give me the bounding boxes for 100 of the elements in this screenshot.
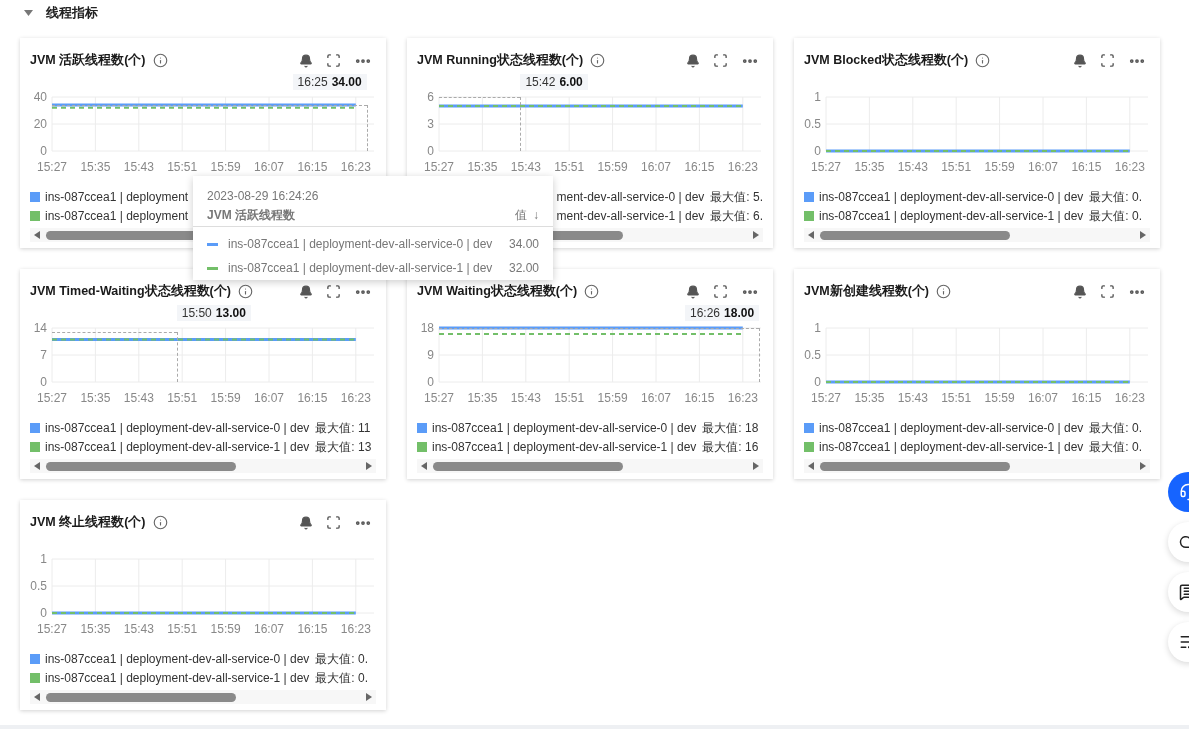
x-tick-label: 15:27 [424,160,454,174]
x-tick-label: 15:59 [597,391,628,405]
x-tick-label: 15:35 [80,160,111,174]
legend-max: 最大值: 0. [1089,188,1143,206]
x-tick-label: 16:15 [297,391,328,405]
x-tick-label: 16:23 [340,160,371,174]
y-tick-label: 18 [420,321,434,335]
legend-max: 最大值: 11 [315,419,371,437]
legend-max: 最大值: 6. [710,207,763,225]
x-tick-label: 15:43 [510,391,541,405]
x-tick-label: 15:59 [597,160,628,174]
x-tick-label: 16:07 [254,160,284,174]
y-tick-label: 0 [40,144,47,158]
hover-time: 16:25 [297,74,328,91]
x-tick-label: 16:15 [684,391,715,405]
section-title: 线程指标 [46,3,98,22]
hover-time: 15:50 [181,305,212,322]
x-tick-label: 15:43 [123,391,154,405]
y-tick-label: 7 [40,348,47,362]
legend-max: 最大值: 5. [710,188,763,206]
tooltip-value: 34.00 [508,236,539,253]
x-tick-label: 15:43 [123,160,154,174]
card-title: JVM Blocked状态线程数(个) [804,52,969,70]
y-tick-label: 1 [40,552,47,566]
hover-time: 16:26 [690,305,721,322]
x-tick-label: 15:59 [984,391,1015,405]
card-title: JVM Running状态线程数(个) [417,52,584,70]
y-tick-label: 20 [33,117,47,131]
hover-value: 13.00 [215,305,246,322]
legend-max: 最大值: 0. [315,650,369,668]
y-tick-label: 40 [33,90,47,104]
x-tick-label: 15:51 [167,160,198,174]
legend-max: 最大值: 0. [1089,419,1143,437]
x-tick-label: 15:27 [811,391,841,405]
x-tick-label: 15:27 [37,622,67,636]
card-title: JVM新创建线程数(个) [804,283,930,301]
x-tick-label: 16:15 [297,622,328,636]
hover-value: 34.00 [331,74,362,91]
x-tick-label: 15:51 [167,391,198,405]
x-tick-label: 16:15 [297,160,328,174]
x-tick-label: 15:43 [510,160,541,174]
x-tick-label: 16:23 [1114,391,1145,405]
x-tick-label: 15:43 [123,622,154,636]
x-tick-label: 16:07 [641,391,671,405]
legend-max: 最大值: 18 [702,419,759,437]
y-tick-label: 0 [427,375,434,389]
legend-max: 最大值: 0. [1089,438,1143,456]
y-tick-label: 14 [33,321,47,335]
card-title: JVM Timed-Waiting状态线程数(个) [30,283,231,301]
card-title: JVM 活跃线程数(个) [30,52,146,70]
legend-max: 最大值: 0. [1089,207,1143,225]
y-tick-label: 0.5 [30,579,47,593]
x-tick-label: 15:59 [210,391,241,405]
x-tick-label: 16:23 [340,391,371,405]
x-tick-label: 15:35 [854,391,885,405]
hover-value: 18.00 [724,305,755,322]
y-tick-label: 0 [40,375,47,389]
y-tick-label: 0 [427,144,434,158]
x-tick-label: 15:35 [80,622,111,636]
hover-time: 15:42 [525,74,556,91]
x-tick-label: 15:51 [941,391,972,405]
x-tick-label: 15:59 [210,622,241,636]
x-tick-label: 16:07 [641,160,671,174]
x-tick-label: 15:27 [811,160,841,174]
x-tick-label: 15:51 [941,160,972,174]
card-title: JVM 终止线程数(个) [30,514,146,532]
x-tick-label: 16:07 [1028,391,1058,405]
x-tick-label: 15:43 [897,160,928,174]
x-tick-label: 15:35 [854,160,885,174]
x-tick-label: 15:35 [80,391,111,405]
y-tick-label: 1 [814,90,821,104]
x-tick-label: 16:07 [254,391,284,405]
legend-max: 最大值: 0. [315,669,369,687]
x-tick-label: 16:23 [340,622,371,636]
x-tick-label: 15:51 [554,160,585,174]
x-tick-label: 16:23 [727,391,758,405]
x-tick-label: 15:51 [167,622,198,636]
y-tick-label: 0.5 [804,348,821,362]
y-tick-label: 0 [814,375,821,389]
x-tick-label: 16:07 [1028,160,1058,174]
y-tick-label: 0 [40,606,47,620]
tooltip-series: ins-087ccea1 | deployment-dev-all-service-1 | dev [228,260,493,277]
x-tick-label: 15:27 [424,391,454,405]
tooltip-value: 32.00 [508,260,539,277]
hover-value: 6.00 [559,74,583,91]
x-tick-label: 15:27 [37,391,67,405]
x-tick-label: 15:59 [210,160,241,174]
x-tick-label: 15:27 [37,160,67,174]
y-tick-label: 1 [814,321,821,335]
y-tick-label: 0 [814,144,821,158]
x-tick-label: 16:15 [1071,160,1102,174]
x-tick-label: 16:23 [727,160,758,174]
x-tick-label: 16:15 [1071,391,1102,405]
tooltip-series: ins-087ccea1 | deployment-dev-all-service-0 | dev [228,236,493,253]
x-tick-label: 16:07 [254,622,284,636]
legend-max: 最大值: 13 [315,438,372,456]
y-tick-label: 9 [427,348,434,362]
x-tick-label: 15:59 [984,160,1015,174]
x-tick-label: 15:51 [554,391,585,405]
y-tick-label: 6 [427,90,434,104]
